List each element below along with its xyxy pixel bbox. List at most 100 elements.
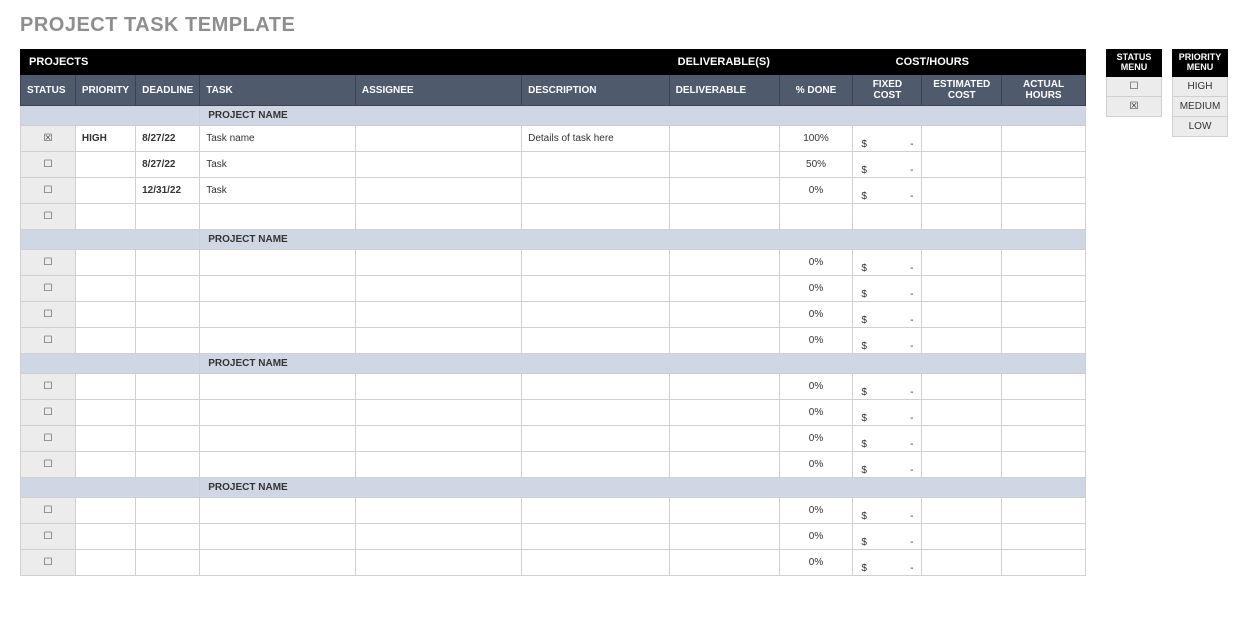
deadline-cell[interactable]: 8/27/22: [136, 126, 200, 152]
task-cell[interactable]: [200, 524, 356, 550]
task-cell[interactable]: [200, 498, 356, 524]
estimated-cost-cell[interactable]: [922, 276, 1002, 302]
actual-hours-cell[interactable]: [1002, 250, 1086, 276]
assignee-cell[interactable]: [355, 250, 521, 276]
percent-done-cell[interactable]: 100%: [779, 126, 853, 152]
status-cell[interactable]: ☐: [21, 250, 76, 276]
description-cell[interactable]: Details of task here: [522, 126, 670, 152]
assignee-cell[interactable]: [355, 400, 521, 426]
priority-cell[interactable]: [75, 452, 135, 478]
task-cell[interactable]: [200, 426, 356, 452]
deadline-cell[interactable]: [136, 250, 200, 276]
priority-menu-item[interactable]: MEDIUM: [1172, 97, 1228, 117]
fixed-cost-cell[interactable]: $-: [853, 152, 922, 178]
fixed-cost-cell[interactable]: $-: [853, 374, 922, 400]
assignee-cell[interactable]: [355, 498, 521, 524]
priority-cell[interactable]: [75, 178, 135, 204]
description-cell[interactable]: [522, 204, 670, 230]
fixed-cost-cell[interactable]: $-: [853, 178, 922, 204]
percent-done-cell[interactable]: 0%: [779, 498, 853, 524]
assignee-cell[interactable]: [355, 524, 521, 550]
estimated-cost-cell[interactable]: [922, 328, 1002, 354]
percent-done-cell[interactable]: 0%: [779, 178, 853, 204]
task-cell[interactable]: [200, 374, 356, 400]
assignee-cell[interactable]: [355, 204, 521, 230]
status-cell[interactable]: ☐: [21, 204, 76, 230]
fixed-cost-cell[interactable]: $-: [853, 302, 922, 328]
description-cell[interactable]: [522, 524, 670, 550]
priority-cell[interactable]: [75, 524, 135, 550]
actual-hours-cell[interactable]: [1002, 452, 1086, 478]
description-cell[interactable]: [522, 276, 670, 302]
percent-done-cell[interactable]: 0%: [779, 524, 853, 550]
estimated-cost-cell[interactable]: [922, 204, 1002, 230]
actual-hours-cell[interactable]: [1002, 328, 1086, 354]
priority-cell[interactable]: [75, 302, 135, 328]
priority-cell[interactable]: [75, 328, 135, 354]
status-cell[interactable]: ☒: [21, 126, 76, 152]
percent-done-cell[interactable]: 50%: [779, 152, 853, 178]
priority-cell[interactable]: [75, 204, 135, 230]
estimated-cost-cell[interactable]: [922, 302, 1002, 328]
actual-hours-cell[interactable]: [1002, 152, 1086, 178]
fixed-cost-cell[interactable]: $-: [853, 550, 922, 576]
fixed-cost-cell[interactable]: $-: [853, 250, 922, 276]
status-cell[interactable]: ☐: [21, 276, 76, 302]
description-cell[interactable]: [522, 302, 670, 328]
deliverable-cell[interactable]: [669, 126, 779, 152]
status-cell[interactable]: ☐: [21, 524, 76, 550]
estimated-cost-cell[interactable]: [922, 498, 1002, 524]
fixed-cost-cell[interactable]: $-: [853, 452, 922, 478]
actual-hours-cell[interactable]: [1002, 204, 1086, 230]
percent-done-cell[interactable]: 0%: [779, 426, 853, 452]
deliverable-cell[interactable]: [669, 400, 779, 426]
status-cell[interactable]: ☐: [21, 426, 76, 452]
actual-hours-cell[interactable]: [1002, 374, 1086, 400]
fixed-cost-cell[interactable]: $-: [853, 426, 922, 452]
actual-hours-cell[interactable]: [1002, 498, 1086, 524]
status-cell[interactable]: ☐: [21, 374, 76, 400]
description-cell[interactable]: [522, 250, 670, 276]
priority-cell[interactable]: [75, 152, 135, 178]
deliverable-cell[interactable]: [669, 276, 779, 302]
priority-menu-item[interactable]: LOW: [1172, 117, 1228, 137]
description-cell[interactable]: [522, 328, 670, 354]
project-name-label[interactable]: PROJECT NAME: [200, 354, 1086, 374]
description-cell[interactable]: [522, 498, 670, 524]
deadline-cell[interactable]: [136, 374, 200, 400]
assignee-cell[interactable]: [355, 152, 521, 178]
status-cell[interactable]: ☐: [21, 152, 76, 178]
task-cell[interactable]: Task name: [200, 126, 356, 152]
fixed-cost-cell[interactable]: $-: [853, 276, 922, 302]
priority-cell[interactable]: [75, 426, 135, 452]
status-cell[interactable]: ☐: [21, 328, 76, 354]
status-cell[interactable]: ☐: [21, 550, 76, 576]
deadline-cell[interactable]: [136, 452, 200, 478]
estimated-cost-cell[interactable]: [922, 374, 1002, 400]
actual-hours-cell[interactable]: [1002, 400, 1086, 426]
project-name-label[interactable]: PROJECT NAME: [200, 106, 1086, 126]
deliverable-cell[interactable]: [669, 524, 779, 550]
priority-menu-item[interactable]: HIGH: [1172, 77, 1228, 97]
deadline-cell[interactable]: [136, 524, 200, 550]
deadline-cell[interactable]: 12/31/22: [136, 178, 200, 204]
deliverable-cell[interactable]: [669, 178, 779, 204]
percent-done-cell[interactable]: 0%: [779, 328, 853, 354]
task-cell[interactable]: [200, 328, 356, 354]
task-cell[interactable]: [200, 204, 356, 230]
description-cell[interactable]: [522, 374, 670, 400]
percent-done-cell[interactable]: 0%: [779, 276, 853, 302]
description-cell[interactable]: [522, 152, 670, 178]
percent-done-cell[interactable]: 0%: [779, 374, 853, 400]
actual-hours-cell[interactable]: [1002, 524, 1086, 550]
deliverable-cell[interactable]: [669, 328, 779, 354]
actual-hours-cell[interactable]: [1002, 126, 1086, 152]
estimated-cost-cell[interactable]: [922, 452, 1002, 478]
status-cell[interactable]: ☐: [21, 452, 76, 478]
estimated-cost-cell[interactable]: [922, 152, 1002, 178]
estimated-cost-cell[interactable]: [922, 126, 1002, 152]
task-cell[interactable]: [200, 276, 356, 302]
actual-hours-cell[interactable]: [1002, 276, 1086, 302]
description-cell[interactable]: [522, 400, 670, 426]
priority-cell[interactable]: [75, 550, 135, 576]
